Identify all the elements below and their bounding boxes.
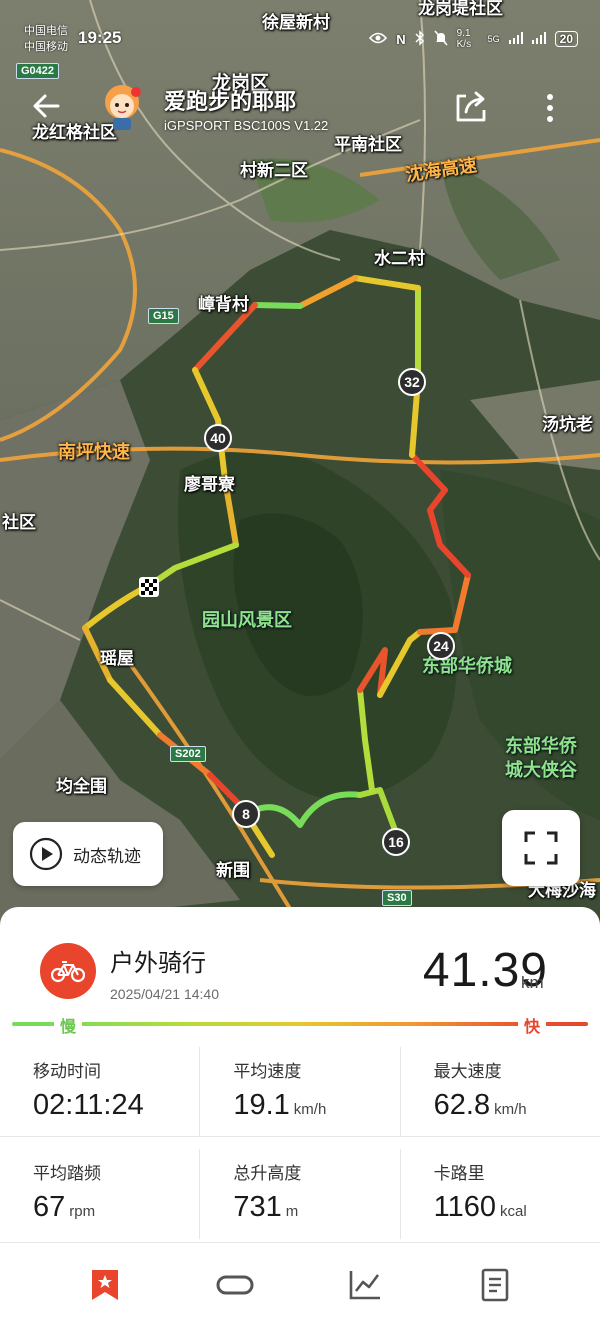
arrow-left-icon (33, 94, 60, 118)
speed-gradient-bar (12, 1022, 588, 1026)
km-marker: 32 (398, 368, 426, 396)
signal-type: 5G (487, 34, 500, 44)
clock: 19:25 (78, 28, 122, 47)
map-label: 嶂背村 (198, 295, 249, 314)
chart-icon (349, 1271, 380, 1300)
map-label: 城大侠谷 (505, 760, 577, 780)
route-map[interactable]: 徐屋新村 龙岗堤社区 龙岗区 龙红格社区 平南社区 村新二区 沈海高速 水二村 … (0, 0, 600, 925)
stat-avg-cadence: 平均踏频 67 rpm (0, 1149, 199, 1239)
bicycle-icon (40, 943, 96, 999)
fullscreen-icon (524, 831, 558, 865)
map-label: 社区 (2, 513, 36, 532)
share-button[interactable] (452, 88, 490, 126)
nfc-icon: N (396, 31, 406, 47)
stat-value: 67 rpm (33, 1191, 96, 1223)
user-name[interactable]: 爱跑步的耶耶 (164, 84, 296, 116)
bookmark-icon (92, 1270, 118, 1300)
stat-label: 平均踏频 (33, 1164, 101, 1183)
dynamic-track-button[interactable]: 动态轨迹 (13, 822, 163, 886)
stats-row: 移动时间 02:11:24 平均速度 19.1 km/h 最大速度 62.8 km/… (0, 1047, 600, 1137)
map-label: 村新二区 (240, 161, 308, 180)
share-icon (456, 91, 486, 122)
play-circle-icon (29, 837, 63, 871)
bluetooth-icon (415, 29, 425, 49)
avatar[interactable] (96, 80, 148, 132)
nav-bookmark[interactable] (75, 1255, 135, 1315)
map-label: 汤坑老 (542, 415, 593, 434)
speed-legend: 慢 快 (12, 1011, 588, 1037)
road-shield-s30: S30 (382, 890, 412, 906)
map-label: 瑶屋 (100, 649, 134, 668)
bottom-nav (0, 1244, 600, 1326)
carrier-label: 中国电信 (24, 25, 68, 37)
document-icon (481, 1268, 509, 1302)
speed-fast-label: 快 (518, 1013, 547, 1037)
carrier-label: 中国移动 (24, 41, 68, 53)
header: 爱跑步的耶耶 iGPSPORT BSC100S V1.22 (0, 70, 600, 140)
mute-icon (434, 30, 448, 49)
road-shield-g15: G15 (148, 308, 179, 324)
map-label: 新围 (216, 861, 250, 880)
nav-loop[interactable] (205, 1255, 265, 1315)
map-label: 园山风景区 (202, 610, 292, 630)
km-marker: 24 (427, 632, 455, 660)
stat-label: 卡路里 (433, 1164, 485, 1183)
more-vertical-icon (547, 94, 553, 122)
map-label: 廖哥寮 (184, 475, 235, 494)
status-icons: N 9.1 K/s 5G 20 (369, 28, 578, 50)
eye-icon (369, 31, 388, 48)
stat-value: 1160 kcal (433, 1191, 527, 1223)
sport-type: 户外骑行 (110, 950, 206, 977)
stat-label: 总升高度 (233, 1164, 302, 1183)
stats-row: 平均踏频 67 rpm 总升高度 731 m 卡路里 1160 kcal (0, 1149, 600, 1239)
loop-icon (216, 1275, 254, 1295)
signal-icon (531, 31, 546, 47)
speed-slow-label: 慢 (54, 1013, 83, 1037)
stat-max-speed: 最大速度 62.8 km/h (399, 1047, 600, 1137)
device-name: iGPSPORT BSC100S V1.22 (164, 118, 329, 133)
stat-label: 最大速度 (433, 1062, 502, 1081)
stat-calories: 卡路里 1160 kcal (399, 1149, 600, 1239)
nav-document[interactable] (465, 1255, 525, 1315)
map-label: 均全围 (56, 777, 107, 796)
stat-value: 62.8 km/h (433, 1089, 527, 1121)
stat-avg-speed: 平均速度 19.1 km/h (199, 1047, 399, 1137)
km-marker: 8 (232, 800, 260, 828)
map-label: 水二村 (374, 249, 425, 268)
stat-value: 731 m (233, 1191, 299, 1223)
stat-label: 移动时间 (33, 1062, 101, 1081)
km-marker: 16 (382, 828, 410, 856)
km-marker: 40 (204, 424, 232, 452)
signal-icon (508, 31, 523, 47)
stat-elevation-gain: 总升高度 731 m (199, 1149, 399, 1239)
back-button[interactable] (28, 88, 64, 124)
status-bar: 中国电信 中国移动 19:25 N 9.1 K/s 5G 20 (0, 0, 600, 60)
activity-datetime: 2025/04/21 14:40 (110, 986, 219, 1002)
stat-label: 平均速度 (233, 1062, 302, 1081)
divider (0, 1136, 600, 1137)
fullscreen-button[interactable] (502, 810, 580, 886)
stat-value: 02:11:24 (33, 1089, 144, 1121)
nav-chart[interactable] (335, 1255, 395, 1315)
divider (0, 1242, 600, 1243)
stat-value: 19.1 km/h (233, 1089, 327, 1121)
more-button[interactable] (536, 90, 564, 126)
dynamic-track-label: 动态轨迹 (73, 846, 141, 866)
road-shield-s202: S202 (170, 746, 206, 762)
finish-flag-icon (139, 577, 159, 597)
battery-icon: 20 (554, 31, 578, 47)
net-speed: 9.1 K/s (456, 28, 472, 50)
stat-moving-time: 移动时间 02:11:24 (0, 1047, 199, 1137)
map-label: 东部华侨 (505, 736, 577, 756)
map-label: 南坪快速 (58, 442, 130, 462)
distance-unit: km (521, 973, 544, 992)
